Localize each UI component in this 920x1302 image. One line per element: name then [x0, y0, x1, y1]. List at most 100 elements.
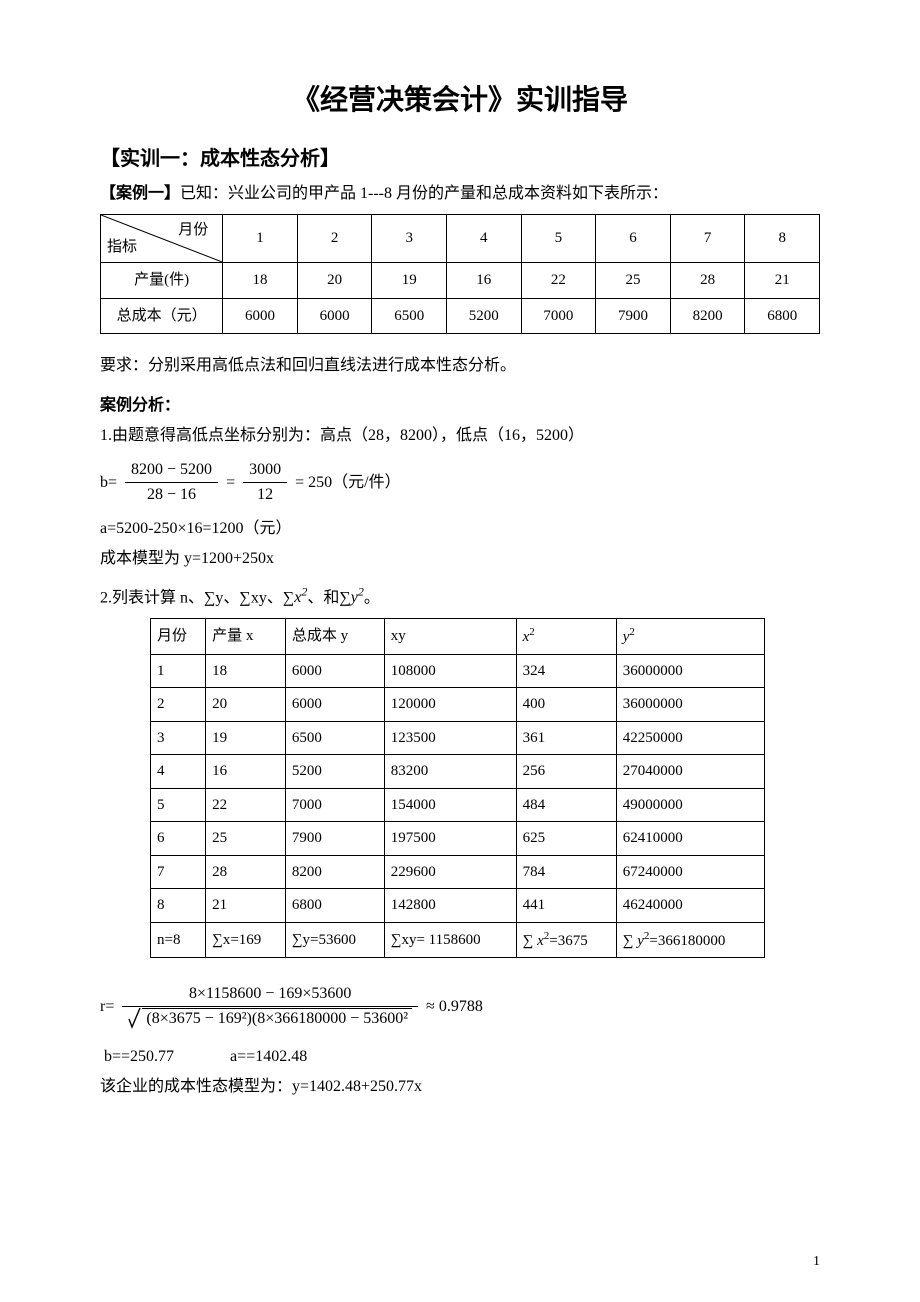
table-cell: 27040000 — [616, 755, 764, 789]
table-cell: 2 — [151, 688, 206, 722]
sum-cell: n=8 — [151, 922, 206, 958]
table-cell: 22 — [521, 263, 596, 299]
table-cell: 400 — [516, 688, 616, 722]
sum-cell: ∑y=53600 — [285, 922, 384, 958]
col-header: 月份 — [151, 619, 206, 655]
formula-prefix: b= — [100, 471, 117, 495]
section-heading: 【实训一：成本性态分析】 — [100, 144, 820, 174]
table-cell: 18 — [206, 654, 286, 688]
table-cell: 8 — [745, 215, 820, 263]
table-cell: 256 — [516, 755, 616, 789]
table-row: 41652008320025627040000 — [151, 755, 765, 789]
step1-a-line: a=5200-250×16=1200（元） — [100, 517, 820, 541]
table-cell: 441 — [516, 889, 616, 923]
table-cell: 20 — [206, 688, 286, 722]
table-cell: 20 — [297, 263, 372, 299]
table-cell: 19 — [372, 263, 447, 299]
table-row: 118600010800032436000000 — [151, 654, 765, 688]
requirement-text: 要求：分别采用高低点法和回归直线法进行成本性态分析。 — [100, 354, 820, 378]
table-cell: 6500 — [285, 721, 384, 755]
col-header: 产量 x — [206, 619, 286, 655]
table-row: 220600012000040036000000 — [151, 688, 765, 722]
table-cell: 22 — [206, 788, 286, 822]
table-cell: 62410000 — [616, 822, 764, 856]
fraction-den: 28 − 16 — [125, 483, 218, 507]
table-cell: 6800 — [745, 298, 820, 334]
row-label: 产量(件) — [101, 263, 223, 299]
table-row: 821680014280044146240000 — [151, 889, 765, 923]
x-squared: x2 — [294, 589, 307, 606]
case-intro-line: 【案例一】已知：兴业公司的甲产品 1---8 月份的产量和总成本资料如下表所示： — [100, 182, 820, 206]
table-cell: 6800 — [285, 889, 384, 923]
table-cell: 6 — [151, 822, 206, 856]
table-cell: 7900 — [285, 822, 384, 856]
table-cell: 5 — [521, 215, 596, 263]
page-number: 1 — [813, 1251, 820, 1272]
table-cell: 16 — [206, 755, 286, 789]
page-title: 《经营决策会计》实训指导 — [100, 80, 820, 122]
table-cell: 784 — [516, 855, 616, 889]
step2-intro-suffix: 。 — [364, 589, 380, 606]
table-cell: 7900 — [596, 298, 671, 334]
r-fraction: 8×1158600 − 169×53600 (8×3675 − 169²)(8×… — [122, 982, 418, 1031]
data-table-2: 月份 产量 x 总成本 y xy x2 y2 11860001080003243… — [150, 618, 765, 958]
diag-bottom-label: 指标 — [107, 236, 137, 259]
y-squared: y2 — [351, 589, 364, 606]
sum-cell: ∑xy= 1158600 — [384, 922, 516, 958]
table-cell: 484 — [516, 788, 616, 822]
equals-sign: = — [295, 471, 304, 495]
table-cell: 5200 — [447, 298, 522, 334]
table-cell: 8200 — [670, 298, 745, 334]
step1-line1: 1.由题意得高低点坐标分别为：高点（28，8200），低点（16，5200） — [100, 424, 820, 448]
table-cell: 7000 — [521, 298, 596, 334]
table-cell: 5 — [151, 788, 206, 822]
table-cell: 229600 — [384, 855, 516, 889]
formula-prefix: r= — [100, 995, 114, 1019]
table-cell: 123500 — [384, 721, 516, 755]
fraction-2: 3000 12 — [243, 458, 287, 507]
table-cell: 142800 — [384, 889, 516, 923]
table-cell: 6000 — [223, 298, 298, 334]
table-cell: 625 — [516, 822, 616, 856]
fraction-num: 3000 — [243, 458, 287, 483]
equals-sign: = — [226, 471, 235, 495]
table-cell: 21 — [745, 263, 820, 299]
col-header: x2 — [516, 619, 616, 655]
table-cell: 5200 — [285, 755, 384, 789]
table-row: 728820022960078467240000 — [151, 855, 765, 889]
table-cell: 1 — [223, 215, 298, 263]
analysis-heading: 案例分析： — [100, 394, 820, 418]
final-model-line: 该企业的成本性态模型为：y=1402.48+250.77x — [100, 1075, 820, 1099]
table-row: 319650012350036142250000 — [151, 721, 765, 755]
table-cell: 16 — [447, 263, 522, 299]
table-cell: 36000000 — [616, 688, 764, 722]
table-cell: 6000 — [297, 298, 372, 334]
table-cell: 4 — [151, 755, 206, 789]
table-cell: 6500 — [372, 298, 447, 334]
table-cell: 6000 — [285, 688, 384, 722]
fraction-num: 8200 − 5200 — [125, 458, 218, 483]
table-cell: 8 — [151, 889, 206, 923]
step1-b-formula: b= 8200 − 5200 28 − 16 = 3000 12 = 250（元… — [100, 458, 820, 507]
step2-intro-prefix: 2.列表计算 n、∑y、∑xy、∑ — [100, 589, 294, 606]
table-cell: 83200 — [384, 755, 516, 789]
formula-result: 250（元/件） — [308, 471, 400, 495]
case-text: 已知：兴业公司的甲产品 1---8 月份的产量和总成本资料如下表所示： — [180, 185, 668, 202]
col-header: xy — [384, 619, 516, 655]
b-a-results: b==250.77 a==1402.48 — [100, 1045, 820, 1069]
table-cell: 7000 — [285, 788, 384, 822]
sum-cell: ∑ x2=3675 — [516, 922, 616, 958]
table-cell: 7 — [670, 215, 745, 263]
sum-cell: ∑x=169 — [206, 922, 286, 958]
table-cell: 3 — [372, 215, 447, 263]
diag-header-cell: 月份 指标 — [101, 215, 223, 263]
table-cell: 7 — [151, 855, 206, 889]
table-cell: 324 — [516, 654, 616, 688]
table-cell: 67240000 — [616, 855, 764, 889]
table-cell: 46240000 — [616, 889, 764, 923]
table-cell: 3 — [151, 721, 206, 755]
table-cell: 21 — [206, 889, 286, 923]
step2-intro: 2.列表计算 n、∑y、∑xy、∑x2、和∑y2。 — [100, 583, 820, 610]
step2-intro-mid: 、和∑ — [307, 589, 350, 606]
table-cell: 108000 — [384, 654, 516, 688]
